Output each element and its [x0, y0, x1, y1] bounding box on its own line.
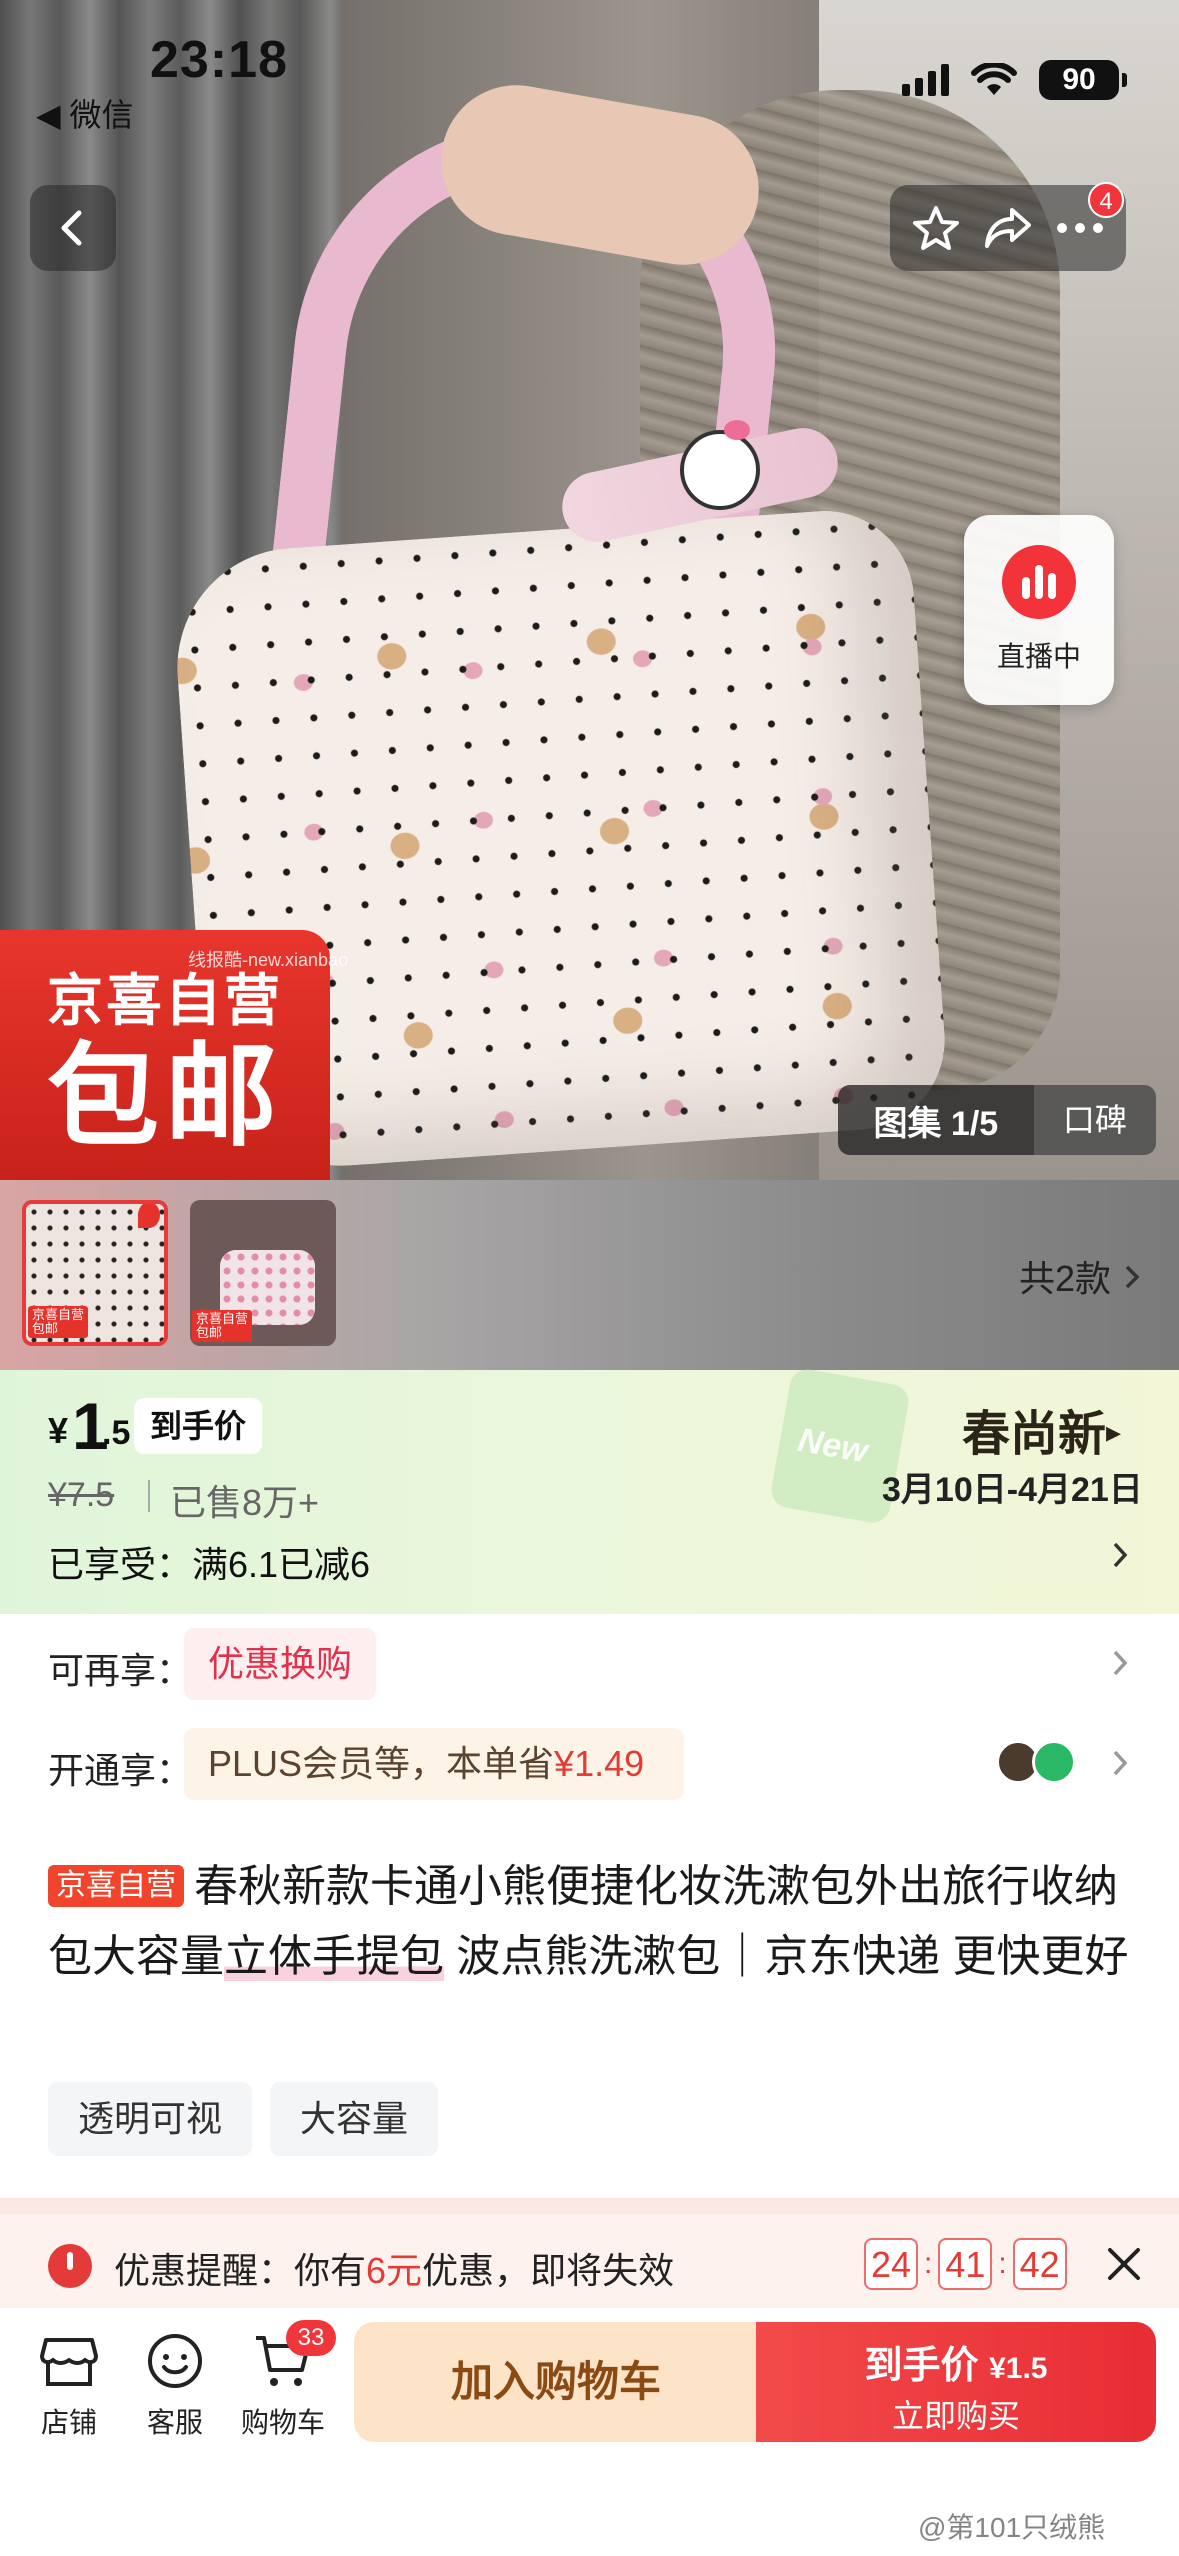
product-detail-page: 23:18 ◀ 微信 90 4 直播中 京喜自营 包邮 线报酷-new.xian…: [0, 0, 1179, 2556]
cart-button[interactable]: 33 购物车: [228, 2320, 338, 2441]
price-currency: ¥: [48, 1410, 69, 1451]
more-button[interactable]: 4: [1050, 182, 1124, 258]
variant-thumbnail-1[interactable]: 京喜自营 包邮: [22, 1200, 168, 1346]
clock-icon: [48, 2244, 92, 2288]
message-badge: 4: [1088, 182, 1124, 218]
store-icon: [40, 2338, 98, 2386]
variant-thumbnail-2[interactable]: 京喜自营 包邮: [190, 1200, 336, 1346]
countdown-timer: 24:41:42: [864, 2238, 1067, 2290]
sold-count: 已售8万+: [170, 1482, 320, 1523]
back-to-wechat[interactable]: ◀ 微信: [36, 90, 134, 136]
gallery-pill[interactable]: 图集 1/5 口碑: [838, 1085, 1156, 1155]
reenjoy-row[interactable]: 可再享： 优惠换购: [0, 1614, 1179, 1714]
weibo-watermark: @第101只绒熊: [918, 2512, 1106, 2543]
membership-label: 开通享：: [48, 1750, 193, 1791]
buy-now-button[interactable]: 到手价 ¥1.5 立即购买: [756, 2322, 1156, 2442]
product-title: 京喜自营 春秋新款卡通小熊便捷化妆洗漱包外出旅行收纳包大容量立体手提包 波点熊洗漱…: [48, 1862, 1129, 1981]
image-watermark: 线报酷-new.xianbao: [188, 950, 349, 970]
live-label: 直播中: [996, 641, 1081, 672]
variant-thumbnail-strip: 京喜自营 包邮 京喜自营 包邮: [0, 1180, 1179, 1370]
add-to-cart-button[interactable]: 加入购物车: [354, 2322, 758, 2442]
member-icons: [996, 1740, 1076, 1784]
discount-applied[interactable]: 已享受：满6.1已减6: [48, 1536, 370, 1588]
share-button[interactable]: [978, 198, 1038, 258]
live-icon: [1002, 545, 1076, 619]
reviews-tab[interactable]: 口碑: [1033, 1085, 1156, 1155]
shop-label: 店铺: [40, 2407, 97, 2438]
cellular-signal-icon: [902, 64, 949, 96]
customer-service-button[interactable]: 客服: [120, 2330, 230, 2441]
thumbnail-mini-tag: 京喜自营 包邮: [28, 1306, 89, 1338]
season-campaign-dates: 3月10日-4月21日: [882, 1471, 1143, 1509]
reenjoy-label: 可再享：: [48, 1650, 193, 1691]
chevron-right-icon: [1113, 1650, 1128, 1676]
buy-now-label: 立即购买: [891, 2398, 1020, 2434]
season-campaign-title[interactable]: 春尚新▸: [962, 1394, 1121, 1464]
thumbnail-mini-tag: 京喜自营 包邮: [192, 1310, 253, 1342]
shopping-bag-icon: [1032, 1740, 1076, 1784]
battery-indicator: 90: [1039, 60, 1127, 100]
reenjoy-chip[interactable]: 优惠换购: [184, 1628, 377, 1700]
feature-tags: 透明可视 大容量: [48, 2082, 439, 2156]
final-price-tag: 到手价: [134, 1398, 263, 1454]
status-time: 23:18: [150, 31, 288, 89]
discount-reminder-bar: 优惠提醒：你有6元优惠，即将失效 24:41:42: [0, 2198, 1179, 2308]
selected-flame-icon: [138, 1204, 160, 1228]
back-button[interactable]: [30, 185, 116, 271]
share-icon: [985, 208, 1031, 248]
service-label: 客服: [146, 2407, 203, 2438]
chevron-right-icon: [1125, 1265, 1140, 1289]
wifi-icon: [971, 63, 1017, 95]
feature-tag[interactable]: 大容量: [270, 2082, 439, 2156]
reminder-text: 优惠提醒：你有6元优惠，即将失效: [114, 2250, 675, 2291]
favorite-button[interactable]: [906, 198, 966, 258]
smile-chat-icon: [148, 2334, 202, 2388]
promo-free-shipping: 包邮: [47, 1034, 283, 1159]
buy-final-price: 到手价 ¥1.5: [864, 2345, 1048, 2387]
price-decimal: .5: [102, 1414, 131, 1452]
plus-savings-chip[interactable]: PLUS会员等，本单省¥1.49: [184, 1728, 684, 1800]
cart-label: 购物车: [240, 2407, 325, 2438]
original-price: ¥7.5: [48, 1476, 115, 1514]
top-action-group: 4: [890, 182, 1126, 271]
chevron-right-icon: [1113, 1750, 1128, 1776]
store-tag: 京喜自营: [48, 1865, 184, 1907]
variants-count-link[interactable]: 共2款: [1019, 1250, 1143, 1302]
kitty-charm: [680, 420, 760, 510]
status-icons: 90: [902, 60, 1127, 100]
more-dots-icon: [1057, 223, 1103, 233]
highlighted-keyword[interactable]: 立体手提包: [224, 1932, 444, 1981]
chevron-right-icon[interactable]: [1109, 1540, 1131, 1570]
price-divider: [148, 1480, 150, 1512]
shop-button[interactable]: 店铺: [14, 2330, 124, 2441]
membership-row[interactable]: 开通享： PLUS会员等，本单省¥1.49: [0, 1714, 1179, 1814]
gallery-counter[interactable]: 图集 1/5: [838, 1096, 1034, 1145]
star-icon: [913, 206, 959, 250]
cart-count-badge: 33: [286, 2320, 336, 2356]
close-icon[interactable]: [1104, 2244, 1144, 2284]
live-stream-button[interactable]: 直播中: [964, 515, 1114, 705]
chevron-left-icon: [61, 210, 82, 246]
feature-tag[interactable]: 透明可视: [48, 2082, 253, 2156]
